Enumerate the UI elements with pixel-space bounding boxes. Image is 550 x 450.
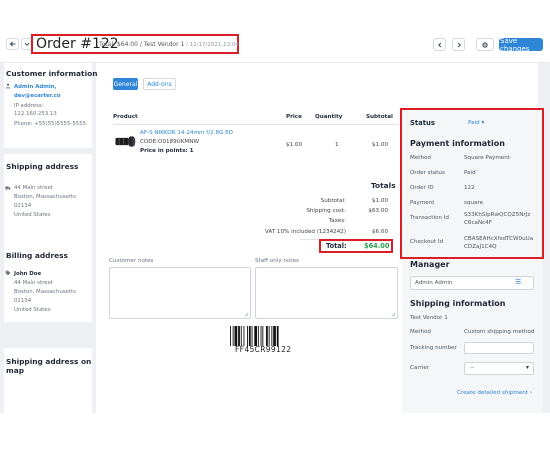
resize-handle-icon <box>244 312 249 317</box>
settings-button[interactable] <box>476 38 494 51</box>
tracking-number-label: Tracking number <box>410 345 457 351</box>
ip-label: IP address: <box>14 103 44 109</box>
shipping-method-value: Custom shipping method <box>464 329 535 335</box>
tab-general[interactable]: General <box>113 78 138 90</box>
totals-vat-value: $6.00 <box>371 229 388 235</box>
order-date: / 12/17/2021,13:04 <box>184 42 239 48</box>
totals-subtotal-label: Subtotal: <box>320 198 346 204</box>
shipping-method-label: Method <box>410 329 431 335</box>
product-price: $1.00 <box>286 142 303 148</box>
shipping-line-2: Boston, Massachusetts <box>14 194 76 200</box>
customer-info-box: Customer information Admin Admin, dev@ec… <box>4 63 97 148</box>
shipping-info-heading: Shipping information <box>410 299 506 308</box>
manager-value: Admin Admin <box>415 280 453 286</box>
arrow-left-icon <box>9 41 15 47</box>
manager-heading: Manager <box>410 260 450 269</box>
column-header-product: Product <box>113 114 138 120</box>
customer-name[interactable]: Admin Admin, <box>14 84 57 90</box>
vendor-name: Test Vendor 1 <box>410 315 448 321</box>
shipping-line-1: 44 Main street <box>14 185 53 191</box>
map-heading-line-2: map <box>6 366 24 375</box>
tracking-number-input[interactable] <box>464 342 534 354</box>
order-page: Save changes Order #122 Total: $64.00 / … <box>0 0 550 450</box>
shipping-line-3: 02134 <box>14 203 32 209</box>
totals-heading: Totals <box>371 181 396 190</box>
ip-address: 122.160.253.13 <box>14 111 57 117</box>
lens-icon <box>115 136 136 147</box>
order-summary: Total: $64.00 / Test Vendor 1 / 12/17/20… <box>99 41 239 48</box>
column-header-quantity: Quantity <box>315 114 343 120</box>
shipping-line-4: United States <box>14 212 51 218</box>
totals-subtotal-value: $1.00 <box>371 198 388 204</box>
product-code: CODE:O0189UKMNW <box>140 139 199 145</box>
map-heading-line-1: Shipping address on <box>6 357 92 366</box>
chevron-left-icon <box>437 42 441 47</box>
billing-line-2: Boston, Massachusetts <box>14 289 76 295</box>
chevron-right-icon <box>457 42 461 47</box>
totals-taxes-label: Taxes: <box>328 218 346 224</box>
product-quantity: 1 <box>335 142 339 148</box>
tab-add-ons[interactable]: Add-ons <box>143 78 176 90</box>
chevron-down-icon: ▾ <box>526 364 530 371</box>
tag-icon <box>5 270 11 276</box>
staff-notes-textarea[interactable] <box>255 267 398 319</box>
totals-vat-label: VAT 10% included (1234242) <box>264 229 346 235</box>
customer-notes-textarea[interactable] <box>109 267 251 319</box>
total-value: $64.00 <box>364 242 390 250</box>
product-points: Price in points: 1 <box>140 148 194 154</box>
product-subtotal: $1.00 <box>372 142 389 148</box>
shipping-address-heading: Shipping address <box>6 162 79 171</box>
customer-email[interactable]: dev@ecarter.co <box>14 93 61 99</box>
sidebar: Customer information Admin Admin, dev@ec… <box>0 63 97 413</box>
column-header-price: Price <box>286 114 302 120</box>
status-panel-highlight <box>400 108 544 259</box>
back-button[interactable] <box>6 38 19 50</box>
manager-menu-icon[interactable]: ☰ <box>515 278 521 286</box>
carrier-label: Carrier <box>410 365 430 371</box>
save-changes-button[interactable]: Save changes <box>499 37 543 53</box>
table-header-divider <box>113 124 399 125</box>
staff-notes-label: Staff only notes <box>255 258 299 264</box>
prev-order-button[interactable] <box>433 38 446 51</box>
totals-shipping-label: Shipping cost: <box>306 208 346 214</box>
barcode-text: FF45CR99122 <box>235 345 292 354</box>
shipping-address-box: Shipping address 44 Main street Boston, … <box>4 154 92 241</box>
totals-shipping-value: $63.00 <box>368 208 388 214</box>
chevron-down-icon <box>24 42 30 46</box>
customer-notes-label: Customer notes <box>109 258 154 264</box>
user-icon <box>5 83 11 89</box>
billing-line-4: United States <box>14 307 51 313</box>
truck-icon <box>5 186 11 191</box>
create-shipment-link[interactable]: Create detailed shipment › <box>457 390 532 396</box>
next-order-button[interactable] <box>452 38 465 51</box>
map-box: Shipping address on map <box>4 348 92 413</box>
barcode-image <box>230 326 279 346</box>
gear-icon <box>482 41 488 48</box>
carrier-value: -- <box>470 365 475 371</box>
total-label: Total: <box>326 242 347 250</box>
product-name[interactable]: AF-S NIKKOR 14-24mm f/2.8G ED <box>140 130 233 136</box>
customer-phone: Phone: +55(55)5555-5555 <box>14 121 87 127</box>
billing-line-1: 44 Main street <box>14 280 53 286</box>
carrier-select[interactable] <box>464 362 534 375</box>
billing-address-heading: Billing address <box>6 251 68 260</box>
billing-name: John Doe <box>14 271 42 277</box>
column-header-subtotal: Subtotal <box>366 114 393 120</box>
customer-heading: Customer information <box>6 69 98 78</box>
resize-handle-icon <box>391 312 396 317</box>
billing-address-box: Billing address John Doe 44 Main street … <box>4 240 92 322</box>
billing-line-3: 02134 <box>14 298 32 304</box>
